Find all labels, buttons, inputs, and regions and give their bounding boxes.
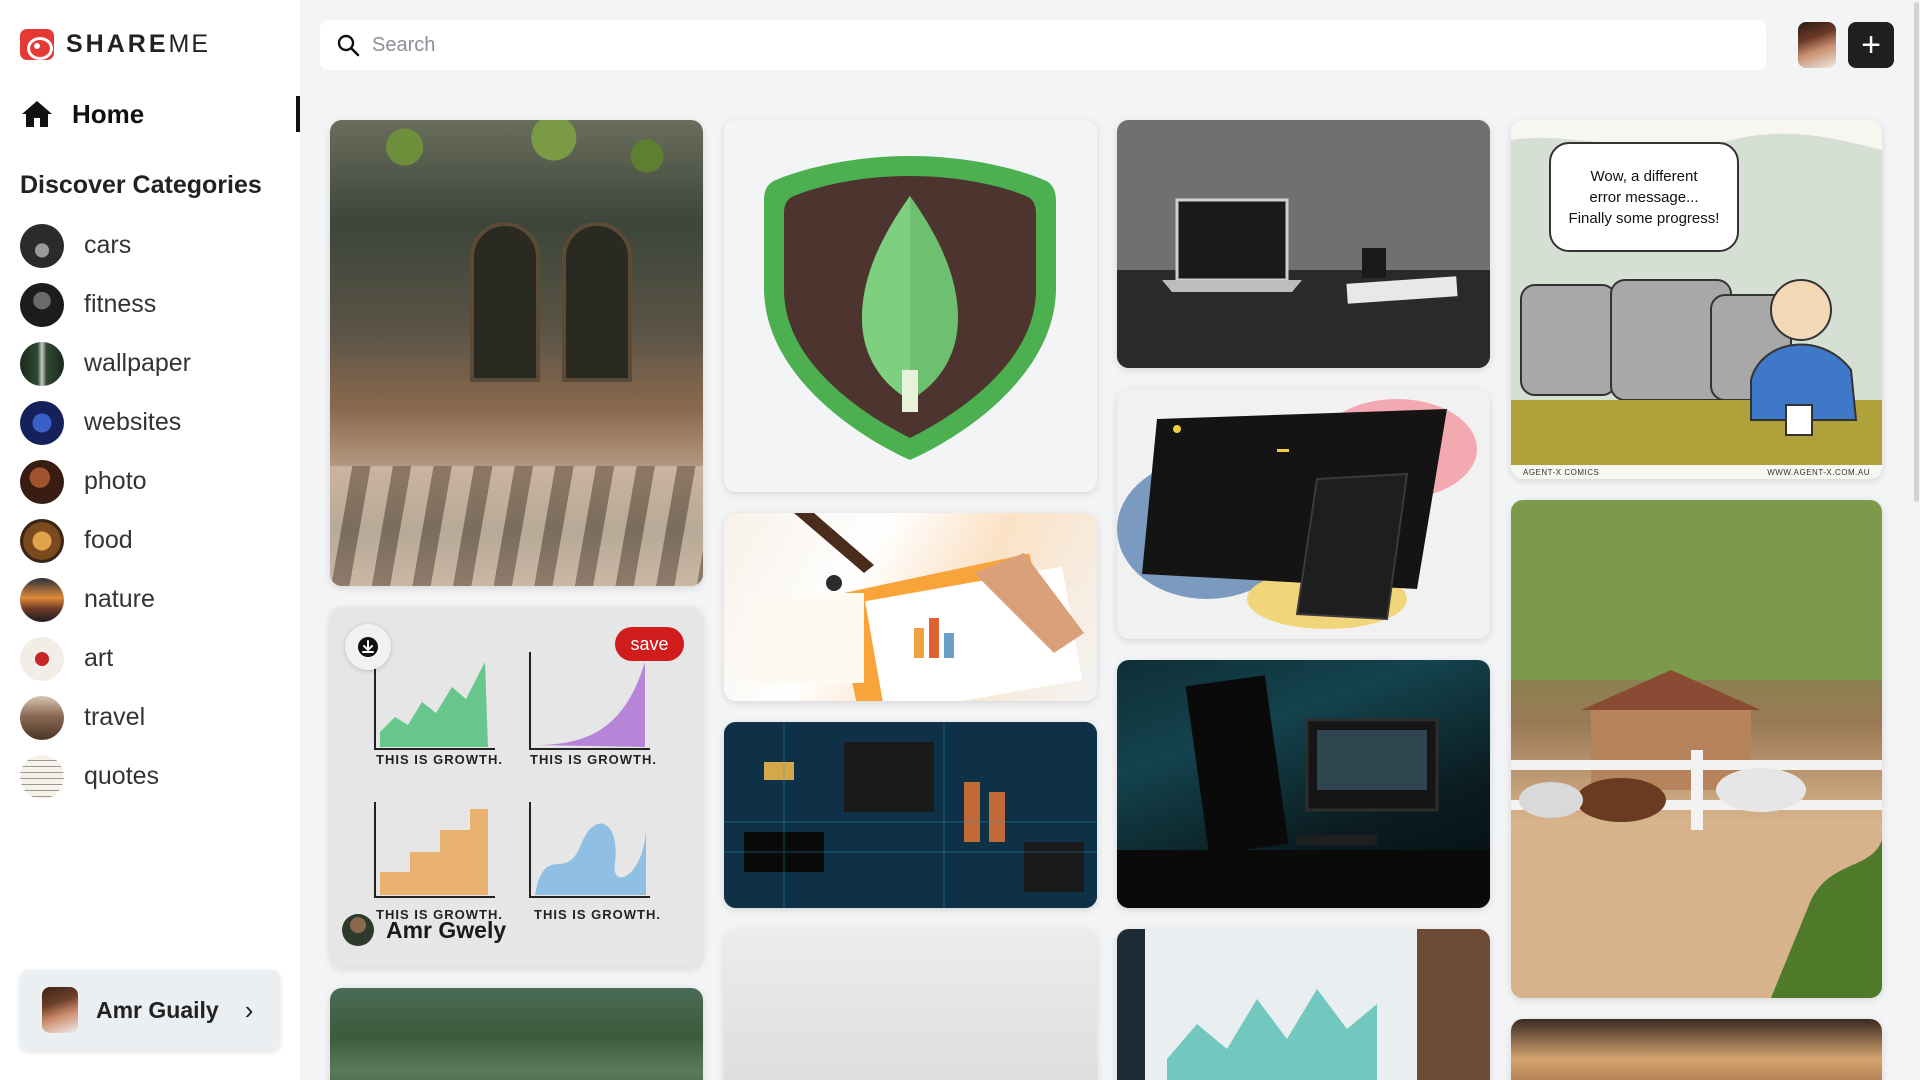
pin-mongodb[interactable]	[724, 120, 1097, 492]
mongodb-leaf-icon	[764, 156, 1056, 460]
pin-circuit-board[interactable]	[724, 722, 1097, 908]
comic-credit: WWW.AGENT-X.COM.AU	[1767, 468, 1870, 477]
user-name: Amr Guaily	[96, 996, 219, 1023]
category-label: photo	[84, 467, 147, 495]
category-avatar	[20, 695, 64, 740]
save-button[interactable]: save	[615, 627, 684, 661]
pin-horses[interactable]	[1511, 500, 1882, 998]
logo-share: SHARE	[66, 30, 169, 58]
pin-image-detail	[330, 120, 703, 210]
create-pin-button[interactable]: +	[1848, 22, 1894, 68]
download-button[interactable]	[345, 624, 391, 670]
growth-illustration	[374, 652, 650, 898]
comic-credit: AGENT-X COMICS	[1523, 468, 1600, 477]
category-avatar	[20, 341, 64, 386]
pin-owner[interactable]: Amr Gwely	[342, 914, 506, 946]
category-label: art	[84, 644, 114, 672]
growth-caption: THIS IS GROWTH.	[530, 752, 657, 767]
comic-text: error message...	[1589, 188, 1699, 206]
logo-text: SHAREME	[66, 30, 210, 59]
category-avatar	[20, 400, 64, 445]
category-item-cars[interactable]: cars	[20, 216, 280, 275]
category-label: quotes	[84, 762, 160, 790]
category-list: cars fitness wallpaper websites photo fo…	[20, 216, 280, 806]
pin-comic[interactable]: Wow, a different error message... Finall…	[1511, 120, 1882, 479]
search-icon	[337, 34, 360, 57]
category-item-travel[interactable]: travel	[20, 688, 280, 747]
comic-text: Wow, a different	[1590, 167, 1698, 185]
category-avatar	[20, 223, 64, 268]
pin-courtyard[interactable]	[330, 120, 703, 586]
pin-owner-name: Amr Gwely	[386, 916, 507, 943]
category-item-websites[interactable]: websites	[20, 393, 280, 452]
download-icon	[358, 637, 378, 657]
pin-minimal[interactable]	[724, 929, 1097, 1080]
logo-me: ME	[168, 30, 211, 58]
category-item-nature[interactable]: nature	[20, 570, 280, 629]
category-label: fitness	[84, 290, 157, 318]
pin-monitor-setup[interactable]	[1117, 660, 1490, 908]
category-label: food	[84, 526, 133, 554]
comic-speech-bubble: Wow, a different error message... Finall…	[1549, 142, 1739, 252]
home-label: Home	[72, 98, 145, 129]
category-avatar	[20, 518, 64, 563]
pin-lake[interactable]	[330, 988, 703, 1080]
pin-image-detail	[1511, 500, 1882, 998]
app-logo[interactable]: SHAREME	[20, 29, 210, 60]
category-item-wallpaper[interactable]: wallpaper	[20, 334, 280, 393]
pin-image-detail	[1117, 399, 1477, 629]
comic-text: Finally some progress!	[1568, 209, 1720, 227]
category-item-art[interactable]: art	[20, 629, 280, 688]
pin-image-detail	[1117, 120, 1490, 368]
pin-image-detail	[724, 722, 1097, 908]
pin-rock-arch[interactable]	[1511, 1019, 1882, 1080]
pin-image-detail	[1117, 929, 1490, 1080]
category-item-fitness[interactable]: fitness	[20, 275, 280, 334]
chevron-right-icon: ›	[244, 994, 254, 1025]
pin-laptop-desk[interactable]	[1117, 120, 1490, 368]
category-label: travel	[84, 703, 146, 731]
pin-app-mockup[interactable]	[1117, 389, 1490, 639]
category-label: cars	[84, 231, 132, 259]
home-icon	[22, 101, 52, 127]
avatar	[42, 987, 78, 1033]
category-label: nature	[84, 585, 155, 613]
categories-title: Discover Categories	[20, 171, 262, 199]
pin-growth[interactable]: THIS IS GROWTH. THIS IS GROWTH. THIS IS …	[330, 607, 703, 967]
user-profile-card[interactable]: Amr Guaily ›	[20, 970, 280, 1050]
pin-image-detail	[744, 513, 1084, 701]
scrollbar-thumb[interactable]	[1914, 2, 1919, 502]
category-item-food[interactable]: food	[20, 511, 280, 570]
category-item-quotes[interactable]: quotes	[20, 747, 280, 806]
category-label: websites	[84, 408, 182, 436]
category-avatar	[20, 754, 64, 799]
plus-icon: +	[1861, 26, 1881, 64]
pin-image-detail	[470, 222, 540, 382]
pin-analytics-paperwork[interactable]	[724, 513, 1097, 701]
category-label: wallpaper	[84, 349, 192, 377]
profile-avatar-button[interactable]	[1798, 22, 1836, 68]
search-bar	[320, 20, 1766, 70]
category-avatar	[20, 577, 64, 622]
avatar	[342, 914, 374, 946]
sidebar: SHAREME Home Discover Categories cars fi…	[0, 0, 300, 1080]
category-avatar	[20, 282, 64, 327]
category-avatar	[20, 636, 64, 681]
category-item-photo[interactable]: photo	[20, 452, 280, 511]
pin-image-detail	[330, 466, 703, 586]
nav-home[interactable]: Home	[20, 96, 300, 132]
growth-caption: THIS IS GROWTH.	[534, 907, 661, 922]
search-input[interactable]	[372, 33, 1722, 57]
category-avatar	[20, 459, 64, 504]
pin-image-detail	[562, 222, 632, 382]
pin-image-detail	[1117, 675, 1490, 908]
pin-dashboard-laptop[interactable]	[1117, 929, 1490, 1080]
growth-caption: THIS IS GROWTH.	[376, 752, 503, 767]
camera-icon	[20, 29, 54, 60]
